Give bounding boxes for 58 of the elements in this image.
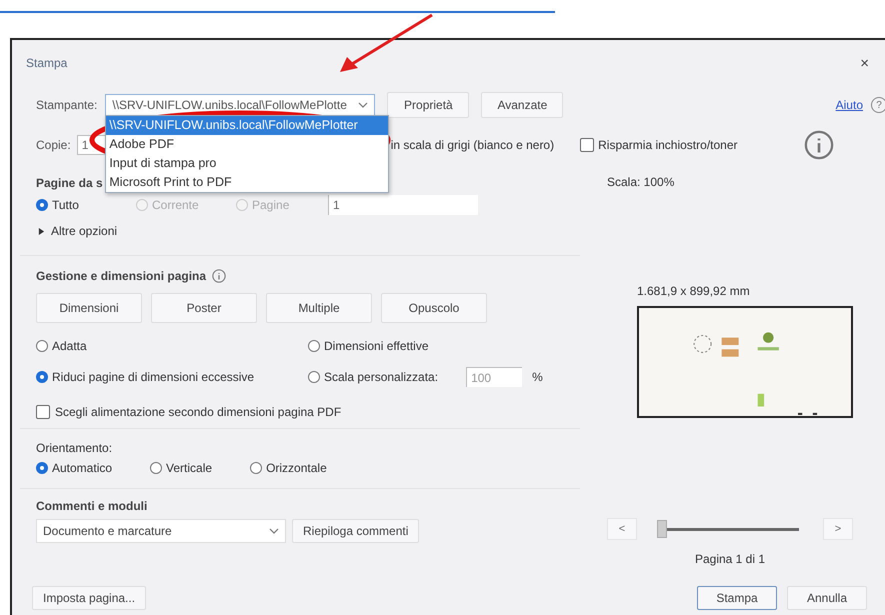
radio-button[interactable]: [36, 340, 48, 352]
caret-icon: [358, 102, 368, 108]
radio-button[interactable]: [36, 462, 48, 474]
checkbox[interactable]: [580, 138, 594, 152]
mode-button[interactable]: Opuscolo: [381, 293, 487, 323]
summarize-button[interactable]: Riepiloga commenti: [292, 519, 420, 543]
percent-label: %: [532, 370, 543, 384]
slider-thumb[interactable]: [657, 520, 667, 538]
save-ink-label: Risparmia inchiostro/toner: [598, 138, 738, 152]
page-range-field[interactable]: 1: [328, 195, 478, 215]
scale-label: Scala: 100%: [607, 174, 676, 191]
radio-button[interactable]: [36, 199, 48, 211]
help-icon[interactable]: ?: [871, 97, 885, 113]
radio-label: Riduci pagine di dimensioni eccessive: [52, 370, 254, 384]
radio-label: Scala personalizzata:: [324, 370, 438, 384]
page-setup-button[interactable]: Imposta pagina...: [32, 586, 146, 610]
checkbox-label: Scegli alimentazione secondo dimensioni pagina PDF: [55, 405, 342, 419]
printer-option[interactable]: Microsoft Print to PDF: [106, 173, 388, 192]
checkbox[interactable]: [36, 405, 50, 419]
radio-label: Pagine: [252, 198, 290, 212]
radio-label: Dimensioni effettive: [324, 339, 428, 353]
help-link[interactable]: Aiuto: [836, 98, 863, 112]
next-page-button[interactable]: >: [823, 518, 853, 540]
radio-label: Corrente: [152, 198, 199, 212]
radio-label: Verticale: [166, 461, 212, 475]
caret-icon: [269, 528, 279, 534]
radio-label: Adatta: [52, 339, 87, 353]
section-title: Gestione e dimensioni pagina: [36, 269, 206, 283]
pages-title: Pagine da s: [36, 175, 103, 192]
print-button[interactable]: Stampa: [697, 586, 777, 610]
printer-label: Stampante:: [36, 98, 98, 112]
radio-label: Orizzontale: [266, 461, 327, 475]
copies-label: Copie:: [36, 138, 71, 152]
grayscale-label: in scala di grigi (bianco e nero): [390, 138, 554, 152]
radio-button[interactable]: [308, 371, 320, 383]
radio-button[interactable]: [36, 371, 48, 383]
comments-select[interactable]: Documento e marcature: [36, 519, 286, 543]
dialog-button[interactable]: Avanzate: [481, 92, 564, 118]
radio-button[interactable]: [250, 462, 262, 474]
more-options-label[interactable]: Altre opzioni: [51, 224, 118, 238]
previous-page-button[interactable]: <: [607, 518, 637, 540]
radio-button[interactable]: [150, 462, 162, 474]
section-title: Commenti e moduli: [36, 499, 148, 515]
window-title: Stampa: [26, 56, 68, 70]
mode-button[interactable]: Poster: [151, 293, 257, 323]
radio-label: Tutto: [52, 198, 79, 212]
mode-button[interactable]: Dimensioni: [36, 293, 142, 323]
close-button[interactable]: ×: [860, 54, 869, 72]
page-count-label: Pagina 1 di 1: [694, 552, 766, 566]
orientation-label: Orientamento:: [36, 441, 114, 457]
expand-triangle-icon[interactable]: [38, 228, 45, 234]
mode-button[interactable]: Multiple: [266, 293, 372, 323]
radio-button[interactable]: [308, 340, 320, 352]
paper-size-label: 1.681,9 x 899,92 mm: [637, 284, 751, 298]
info-icon[interactable]: [212, 269, 226, 283]
cancel-button[interactable]: Annulla: [787, 586, 867, 610]
radio-label: Automatico: [52, 461, 112, 475]
dialog-button[interactable]: Proprietà: [387, 92, 470, 118]
